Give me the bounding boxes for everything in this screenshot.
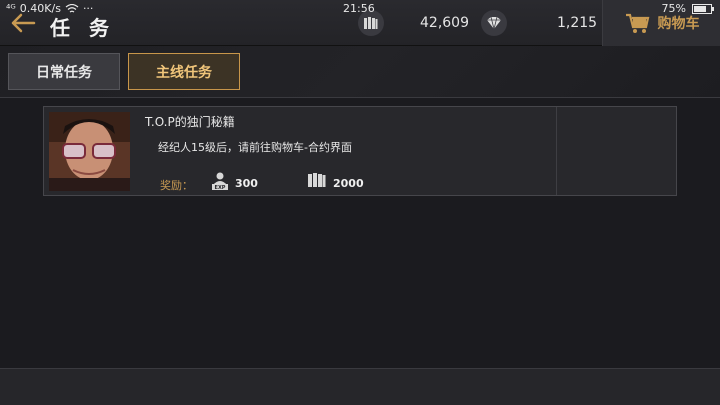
network-speed: 0.40K/s (19, 2, 61, 15)
task-list: T.O.P的独门秘籍 经纪人15级后，请前往购物车-合约界面 奖励： EXP 3… (0, 98, 720, 368)
exp-icon: EXP (210, 171, 230, 191)
battery-icon (692, 3, 714, 14)
task-avatar (49, 112, 130, 191)
bottom-bar (0, 368, 720, 405)
svg-text:EXP: EXP (215, 185, 226, 191)
wifi-icon (65, 3, 79, 12)
task-tabs: 日常任务 主线任务 (0, 46, 720, 98)
task-description: 经纪人15级后，请前往购物车-合约界面 (158, 141, 352, 154)
tab-main-tasks[interactable]: 主线任务 (128, 53, 240, 90)
tab-daily-tasks[interactable]: 日常任务 (8, 53, 120, 90)
books-icon (307, 171, 327, 191)
reward-label: 奖励： (160, 179, 193, 192)
signal-indicator: ⁴ᴳ (6, 2, 16, 15)
task-title: T.O.P的独门秘籍 (145, 115, 235, 129)
reward-exp-value: 300 (235, 177, 258, 190)
clock: 21:56 (343, 2, 375, 15)
status-bar: ⁴ᴳ 0.40K/s ··· 21:56 75% (0, 0, 720, 18)
reward-books-value: 2000 (333, 177, 364, 190)
card-divider (556, 107, 557, 195)
status-extra: ··· (82, 2, 94, 15)
task-card[interactable]: T.O.P的独门秘籍 经纪人15级后，请前往购物车-合约界面 奖励： EXP 3… (43, 106, 677, 196)
battery-percent: 75% (661, 2, 686, 15)
